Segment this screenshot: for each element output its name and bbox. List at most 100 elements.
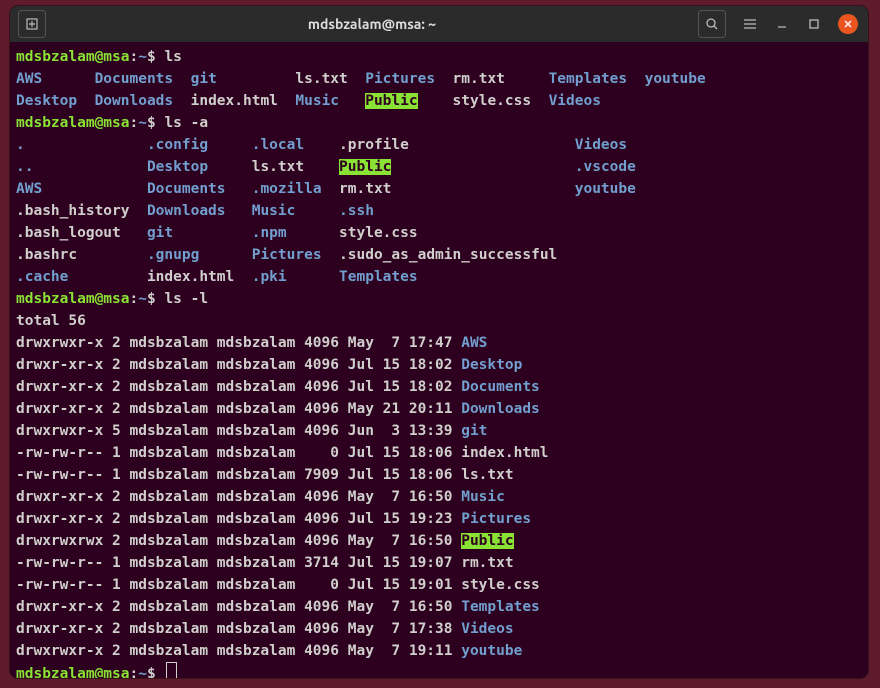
ls-entry: .vscode bbox=[575, 159, 645, 175]
ls-entry: Documents bbox=[461, 379, 540, 395]
ls-entry: Documents bbox=[147, 181, 252, 197]
command: ls -l bbox=[164, 291, 208, 307]
ls-entry: Public bbox=[339, 159, 391, 175]
ls-entry: AWS bbox=[16, 71, 95, 87]
ls-long-row: drwxr-xr-x 2 mdsbzalam mdsbzalam 4096 Ju… bbox=[16, 379, 461, 395]
ls-entry: ls.txt bbox=[252, 159, 339, 175]
ls-entry: rm.txt bbox=[461, 555, 513, 571]
ls-entry: Public bbox=[365, 93, 417, 109]
ls-long-row: drwxrwxr-x 5 mdsbzalam mdsbzalam 4096 Ju… bbox=[16, 423, 461, 439]
ls-entry: Templates bbox=[549, 71, 645, 87]
ls-entry: Desktop bbox=[147, 159, 252, 175]
ls-entry: .pki bbox=[252, 269, 339, 285]
maximize-button[interactable] bbox=[806, 16, 822, 32]
ls-entry: .config bbox=[147, 137, 252, 153]
minimize-button[interactable] bbox=[774, 16, 790, 32]
titlebar: mdsbzalam@msa: ~ bbox=[10, 6, 868, 42]
ls-entry: ls.txt bbox=[461, 467, 513, 483]
ls-entry: .bash_logout bbox=[16, 225, 147, 241]
prompt-user: mdsbzalam@msa bbox=[16, 291, 130, 307]
ls-entry: Videos bbox=[461, 621, 513, 637]
cursor bbox=[166, 662, 177, 678]
ls-entry: .cache bbox=[16, 269, 147, 285]
prompt-path: ~ bbox=[138, 291, 147, 307]
ls-entry: .npm bbox=[252, 225, 339, 241]
ls-entry: Music bbox=[461, 489, 505, 505]
ls-entry: style.css bbox=[461, 577, 540, 593]
ls-entry: Desktop bbox=[461, 357, 522, 373]
ls-long-row: drwxr-xr-x 2 mdsbzalam mdsbzalam 4096 Ma… bbox=[16, 401, 461, 417]
ls-entry: Music bbox=[252, 203, 339, 219]
ls-long-row: -rw-rw-r-- 1 mdsbzalam mdsbzalam 0 Jul 1… bbox=[16, 445, 461, 461]
maximize-icon bbox=[808, 18, 820, 30]
prompt-user: mdsbzalam@msa bbox=[16, 666, 130, 678]
ls-entry: .mozilla bbox=[252, 181, 339, 197]
ls-entry: Music bbox=[295, 93, 365, 109]
window-title: mdsbzalam@msa: ~ bbox=[46, 16, 698, 32]
prompt-path: ~ bbox=[138, 115, 147, 131]
ls-entry: .gnupg bbox=[147, 247, 252, 263]
ls-entry: style.css bbox=[453, 93, 549, 109]
ls-long-row: drwxr-xr-x 2 mdsbzalam mdsbzalam 4096 Ju… bbox=[16, 357, 461, 373]
ls-entry: .sudo_as_admin_successful bbox=[339, 247, 575, 263]
ls-total: total 56 bbox=[16, 313, 86, 329]
hamburger-icon bbox=[743, 18, 757, 30]
ls-entry: Downloads bbox=[95, 93, 191, 109]
ls-entry: Downloads bbox=[461, 401, 540, 417]
ls-entry: AWS bbox=[16, 181, 147, 197]
ls-long-row: -rw-rw-r-- 1 mdsbzalam mdsbzalam 7909 Ju… bbox=[16, 467, 461, 483]
ls-entry: Pictures bbox=[365, 71, 452, 87]
ls-entry: git bbox=[461, 423, 487, 439]
ls-entry: index.html bbox=[191, 93, 296, 109]
ls-entry: .. bbox=[16, 159, 147, 175]
search-icon bbox=[705, 17, 719, 31]
ls-entry: git bbox=[191, 71, 296, 87]
add-tab-icon bbox=[25, 17, 39, 31]
ls-entry: index.html bbox=[147, 269, 252, 285]
ls-long-row: drwxrwxrwx 2 mdsbzalam mdsbzalam 4096 Ma… bbox=[16, 533, 461, 549]
ls-long-row: drwxr-xr-x 2 mdsbzalam mdsbzalam 4096 Ma… bbox=[16, 489, 461, 505]
ls-entry: .profile bbox=[339, 137, 575, 153]
ls-entry: .bashrc bbox=[16, 247, 147, 263]
ls-long-row: drwxrwxr-x 2 mdsbzalam mdsbzalam 4096 Ma… bbox=[16, 643, 461, 659]
ls-entry: Videos bbox=[575, 137, 645, 153]
ls-entry: rm.txt bbox=[453, 71, 549, 87]
ls-entry: . bbox=[16, 137, 147, 153]
ls-entry: youtube bbox=[645, 71, 715, 87]
ls-long-row: drwxrwxr-x 2 mdsbzalam mdsbzalam 4096 Ma… bbox=[16, 335, 461, 351]
prompt-user: mdsbzalam@msa bbox=[16, 115, 130, 131]
ls-entry: youtube bbox=[461, 643, 522, 659]
ls-entry: Documents bbox=[95, 71, 191, 87]
ls-entry: index.html bbox=[461, 445, 548, 461]
ls-entry: .bash_history bbox=[16, 203, 147, 219]
new-tab-button[interactable] bbox=[18, 10, 46, 38]
prompt-path: ~ bbox=[138, 666, 147, 678]
terminal-content[interactable]: mdsbzalam@msa:~$ ls AWS Documents git ls… bbox=[10, 42, 868, 678]
ls-entry: style.css bbox=[339, 225, 575, 241]
titlebar-controls bbox=[698, 10, 858, 38]
ls-entry: Pictures bbox=[252, 247, 339, 263]
ls-entry: Videos bbox=[549, 93, 645, 109]
search-button[interactable] bbox=[698, 10, 726, 38]
prompt-user: mdsbzalam@msa bbox=[16, 49, 130, 65]
close-button[interactable] bbox=[838, 14, 858, 34]
ls-long-row: drwxr-xr-x 2 mdsbzalam mdsbzalam 4096 Ma… bbox=[16, 621, 461, 637]
ls-entry: Templates bbox=[339, 269, 575, 285]
menu-button[interactable] bbox=[742, 16, 758, 32]
ls-entry: ls.txt bbox=[295, 71, 365, 87]
ls-entry: .ssh bbox=[339, 203, 575, 219]
ls-entry: AWS bbox=[461, 335, 487, 351]
ls-entry: rm.txt bbox=[339, 181, 575, 197]
terminal-window: mdsbzalam@msa: ~ mdsbzalam@msa:~$ ls AWS… bbox=[10, 6, 868, 678]
ls-entry: .local bbox=[252, 137, 339, 153]
ls-entry: Desktop bbox=[16, 93, 95, 109]
ls-entry: youtube bbox=[575, 181, 645, 197]
ls-entry: Templates bbox=[461, 599, 540, 615]
prompt-path: ~ bbox=[138, 49, 147, 65]
ls-long-row: -rw-rw-r-- 1 mdsbzalam mdsbzalam 0 Jul 1… bbox=[16, 577, 461, 593]
command: ls -a bbox=[164, 115, 208, 131]
ls-entry: Public bbox=[461, 533, 513, 549]
ls-long-row: drwxr-xr-x 2 mdsbzalam mdsbzalam 4096 Ju… bbox=[16, 511, 461, 527]
command: ls bbox=[164, 49, 181, 65]
ls-entry: git bbox=[147, 225, 252, 241]
